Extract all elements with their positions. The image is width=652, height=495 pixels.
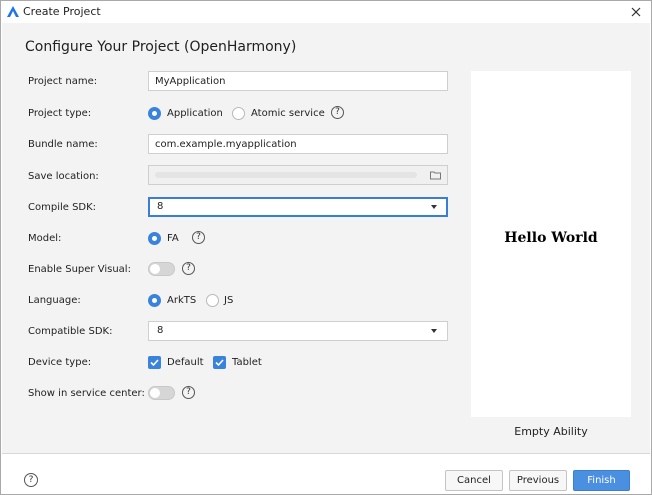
radio-atomic-service-label: Atomic service: [251, 108, 325, 119]
checkmark-icon: [150, 359, 159, 367]
cancel-button[interactable]: Cancel: [445, 470, 503, 491]
checkmark-icon: [215, 359, 224, 367]
create-project-dialog: Create Project Configure Your Project (O…: [0, 0, 652, 495]
compatible-sdk-label: Compatible SDK:: [28, 326, 113, 337]
project-name-label: Project name:: [28, 76, 98, 87]
radio-application[interactable]: [148, 107, 161, 120]
checkbox-device-tablet[interactable]: [213, 356, 226, 369]
help-icon[interactable]: ?: [24, 473, 38, 487]
project-type-label: Project type:: [28, 108, 92, 119]
page-title: Configure Your Project (OpenHarmony): [25, 39, 297, 55]
service-center-toggle[interactable]: [148, 386, 175, 400]
window-title: Create Project: [23, 5, 101, 18]
toggle-knob: [150, 388, 160, 398]
radio-language-arkts-label: ArkTS: [167, 295, 197, 306]
project-name-input[interactable]: [148, 71, 448, 91]
checkbox-device-default-label: Default: [167, 357, 204, 368]
app-logo-icon: [6, 5, 20, 19]
compile-sdk-select[interactable]: 8: [148, 197, 448, 217]
service-center-label: Show in service center:: [28, 388, 145, 399]
project-type-help-icon[interactable]: ?: [331, 106, 344, 119]
content-area: Configure Your Project (OpenHarmony) Pro…: [2, 23, 650, 453]
compile-sdk-label: Compile SDK:: [28, 202, 97, 213]
radio-language-arkts[interactable]: [148, 294, 161, 307]
save-location-path-redacted: [155, 172, 417, 178]
radio-model-fa-label: FA: [167, 233, 179, 244]
title-bar: Create Project: [1, 1, 651, 23]
close-button[interactable]: [625, 2, 647, 22]
close-icon: [631, 7, 641, 17]
model-help-icon[interactable]: ?: [192, 231, 205, 244]
previous-button[interactable]: Previous: [509, 470, 567, 491]
compile-sdk-value: 8: [157, 201, 164, 212]
bundle-name-input[interactable]: [148, 134, 448, 154]
bundle-name-label: Bundle name:: [28, 139, 98, 150]
radio-language-js-label: JS: [224, 295, 234, 306]
folder-icon[interactable]: [430, 170, 441, 180]
chevron-down-icon: [431, 205, 437, 209]
preview-hello-world: Hello World: [504, 230, 598, 246]
toggle-knob: [150, 264, 160, 274]
device-type-label: Device type:: [28, 357, 92, 368]
compatible-sdk-select[interactable]: 8: [148, 321, 448, 341]
super-visual-help-icon[interactable]: ?: [182, 262, 195, 275]
compatible-sdk-value: 8: [157, 325, 164, 336]
super-visual-toggle[interactable]: [148, 262, 175, 276]
finish-button[interactable]: Finish: [573, 470, 630, 491]
radio-application-label: Application: [167, 108, 223, 119]
super-visual-label: Enable Super Visual:: [28, 264, 131, 275]
radio-atomic-service[interactable]: [232, 107, 245, 120]
radio-model-fa[interactable]: [148, 232, 161, 245]
preview-caption: Empty Ability: [514, 425, 588, 438]
service-center-help-icon[interactable]: ?: [182, 386, 195, 399]
checkbox-device-default[interactable]: [148, 356, 161, 369]
dialog-footer: ? Cancel Previous Finish: [2, 453, 650, 494]
language-label: Language:: [28, 295, 81, 306]
checkbox-device-tablet-label: Tablet: [232, 357, 262, 368]
save-location-label: Save location:: [28, 171, 99, 182]
chevron-down-icon: [431, 329, 437, 333]
model-label: Model:: [28, 233, 62, 244]
template-preview: Hello World: [471, 71, 631, 417]
save-location-input[interactable]: [148, 165, 448, 185]
radio-language-js[interactable]: [206, 294, 219, 307]
